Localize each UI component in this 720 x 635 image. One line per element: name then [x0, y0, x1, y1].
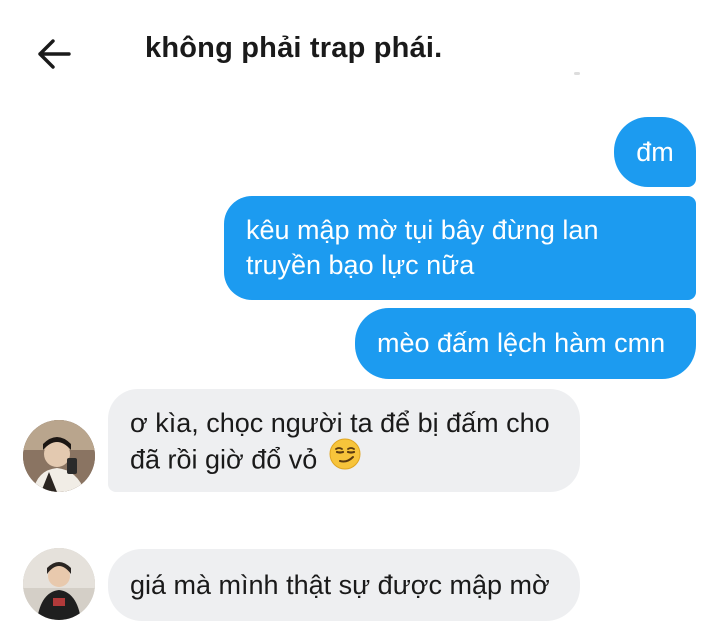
- message-text: đã rồi giờ đổ vỏ: [130, 444, 318, 475]
- scroll-indicator: [574, 72, 580, 75]
- chat-screen: không phải trap phái. đm kêu mập mờ tụi …: [0, 0, 720, 635]
- arrow-left-icon: [38, 39, 71, 69]
- message-text-line: truyền bạo lực nữa: [246, 250, 475, 280]
- message-bubble-received[interactable]: giá mà mình thật sự được mập mờ: [108, 549, 580, 621]
- avatar[interactable]: [23, 420, 95, 492]
- conversation-title[interactable]: không phải trap phái.: [145, 32, 442, 65]
- message-text-line: kêu mập mờ tụi bây đừng lan: [246, 215, 599, 245]
- message-bubble-sent[interactable]: đm: [614, 117, 696, 187]
- message-text: đm: [636, 136, 674, 167]
- back-button[interactable]: [30, 30, 78, 78]
- chat-header: không phải trap phái.: [0, 0, 720, 100]
- message-bubble-received[interactable]: ơ kìa, chọc người ta để bị đấm cho đã rồ…: [108, 389, 580, 492]
- message-text: giá mà mình thật sự được mập mờ: [130, 569, 550, 600]
- avatar[interactable]: [23, 548, 95, 620]
- message-text: mèo đấm lệch hàm cmn: [377, 328, 666, 358]
- avatar-photo: [23, 420, 95, 492]
- smirking-face-emoji: [329, 438, 361, 479]
- message-text-line: đã rồi giờ đổ vỏ: [130, 438, 558, 482]
- message-bubble-sent[interactable]: mèo đấm lệch hàm cmn: [355, 308, 696, 379]
- message-text-line: ơ kìa, chọc người ta để bị đấm cho: [130, 408, 550, 438]
- avatar-photo: [23, 548, 95, 620]
- message-bubble-sent[interactable]: kêu mập mờ tụi bây đừng lan truyền bạo l…: [224, 196, 696, 300]
